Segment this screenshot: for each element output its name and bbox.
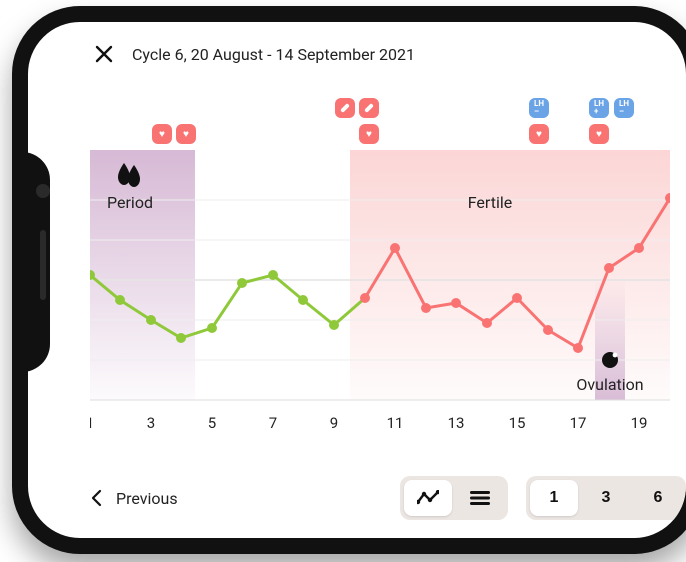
svg-text:11: 11 — [387, 414, 404, 432]
phone-frame: Cycle 6, 20 August - 14 September 2021 ♥… — [12, 6, 686, 554]
svg-text:1: 1 — [90, 414, 94, 432]
svg-text:5: 5 — [208, 414, 216, 432]
svg-text:17: 17 — [570, 414, 587, 432]
view-line-button[interactable] — [404, 480, 452, 516]
list-icon — [470, 491, 490, 505]
range-6-button[interactable]: 6 — [634, 480, 682, 516]
line-chart-icon — [417, 490, 439, 506]
svg-text:9: 9 — [330, 414, 338, 432]
chevron-left-icon — [90, 489, 102, 507]
ovulation-label: Ovulation — [576, 375, 643, 394]
close-button[interactable] — [90, 40, 118, 68]
x-axis: 1 3 5 7 9 11 13 15 17 19 — [90, 414, 647, 432]
previous-label: Previous — [116, 489, 178, 508]
page-title: Cycle 6, 20 August - 14 September 2021 — [132, 45, 415, 64]
cycle-chart: ♥ ♥ ♥ LH– ♥ LH+ ♥ LH– — [90, 80, 670, 440]
svg-text:3: 3 — [147, 414, 155, 432]
bottom-bar: Previous — [90, 476, 686, 520]
close-icon — [95, 45, 113, 63]
view-mode-toggle — [400, 476, 508, 520]
svg-text:15: 15 — [509, 414, 526, 432]
range-3-button[interactable]: 3 — [582, 480, 630, 516]
header: Cycle 6, 20 August - 14 September 2021 — [90, 40, 686, 80]
period-region — [90, 150, 195, 400]
range-toggle: 1 3 6 — [526, 476, 686, 520]
view-list-button[interactable] — [456, 480, 504, 516]
chart-svg: Period Fertile Ovulation — [90, 80, 670, 440]
svg-text:13: 13 — [448, 414, 465, 432]
range-1-button[interactable]: 1 — [530, 480, 578, 516]
fertile-label: Fertile — [468, 193, 512, 212]
svg-text:7: 7 — [269, 414, 277, 432]
previous-button[interactable]: Previous — [90, 489, 178, 508]
app-screen: Cycle 6, 20 August - 14 September 2021 ♥… — [28, 22, 686, 538]
period-label: Period — [107, 193, 153, 212]
svg-text:19: 19 — [631, 414, 648, 432]
